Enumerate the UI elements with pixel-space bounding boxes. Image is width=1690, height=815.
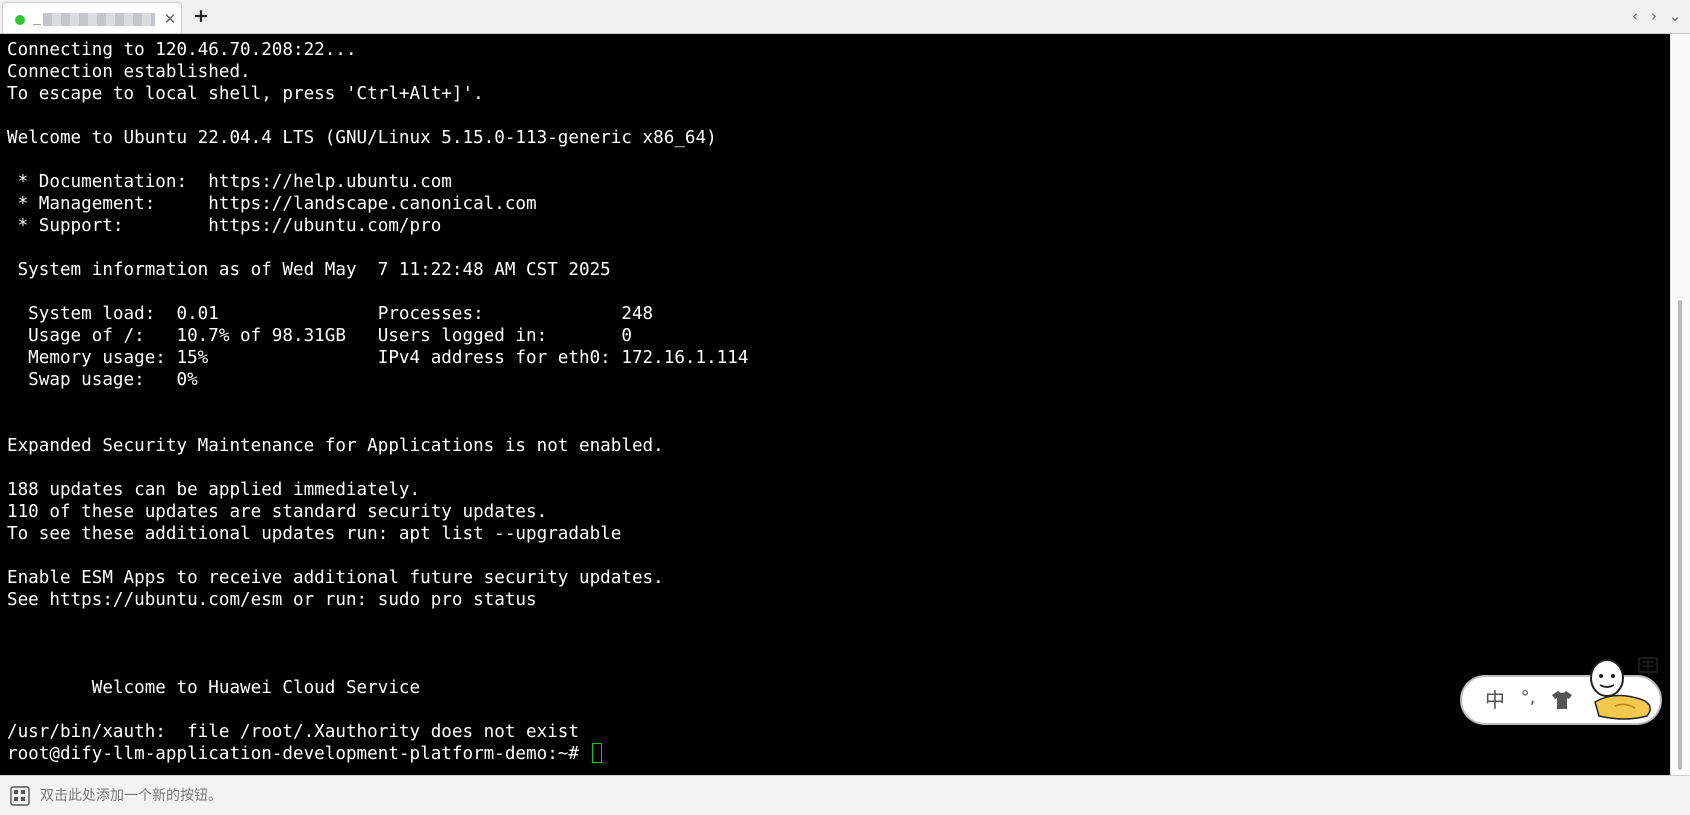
scrollbar-thumb[interactable] [1678, 300, 1682, 770]
add-button-hint: 双击此处添加一个新的按钮。 [40, 788, 222, 804]
terminal-line: * Management: https://landscape.canonica… [17, 194, 537, 214]
terminal-pane[interactable]: Connecting to 120.46.70.208:22... Connec… [0, 34, 1670, 775]
mascot-icon[interactable] [1585, 650, 1665, 728]
terminal-line: Connection established. [7, 62, 251, 82]
terminal-lines: Connecting to 120.46.70.208:22... Connec… [7, 40, 748, 742]
tshirt-icon[interactable] [1550, 689, 1574, 711]
scroll-tabs-left-button[interactable]: ‹ [1626, 6, 1644, 26]
terminal-output: Connecting to 120.46.70.208:22... Connec… [7, 39, 1657, 765]
terminal-line: /usr/bin/xauth: file /root/.Xauthority d… [7, 722, 579, 742]
scroll-tabs-right-button[interactable]: › [1645, 6, 1663, 26]
redacted-hostname [43, 13, 155, 26]
connection-status-icon [15, 15, 25, 25]
terminal-line: Usage of /: 10.7% of 98.31GB Users logge… [28, 326, 632, 346]
terminal-cursor [591, 743, 602, 763]
quick-command-bar[interactable]: 双击此处添加一个新的按钮。 [0, 775, 1690, 815]
terminal-line: System information as of Wed May 7 11:22… [17, 260, 611, 280]
button-grid-icon[interactable] [10, 786, 30, 806]
terminal-line: System load: 0.01 Processes: 248 [28, 304, 654, 324]
terminal-line: 110 of these updates are standard securi… [7, 502, 548, 522]
terminal-line: See https://ubuntu.com/esm or run: sudo … [7, 590, 537, 610]
terminal-line: Welcome to Huawei Cloud Service [91, 678, 421, 698]
ime-chinese-mode-toggle[interactable]: 中 [1482, 687, 1508, 713]
close-tab-button[interactable]: ✕ [161, 9, 179, 29]
terminal-line: * Documentation: https://help.ubuntu.com [17, 172, 452, 192]
session-tab[interactable]: _ ✕ [2, 2, 182, 33]
terminal-line: Memory usage: 15% IPv4 address for eth0:… [28, 348, 749, 368]
shell-prompt: root@dify-llm-application-development-pl… [7, 744, 590, 764]
terminal-line: To see these additional updates run: apt… [7, 524, 622, 544]
tab-bar: _ ✕ + ‹ › ⌄ [0, 0, 1690, 34]
terminal-line: Expanded Security Maintenance for Applic… [7, 436, 664, 456]
terminal-line: Enable ESM Apps to receive additional fu… [7, 568, 664, 588]
new-tab-button[interactable]: + [190, 4, 212, 28]
terminal-line: To escape to local shell, press 'Ctrl+Al… [7, 84, 484, 104]
tab-list-menu-button[interactable]: ⌄ [1666, 6, 1684, 26]
terminal-line: 188 updates can be applied immediately. [7, 480, 421, 500]
terminal-line: Connecting to 120.46.70.208:22... [7, 40, 357, 60]
ime-punctuation-toggle[interactable]: °, [1518, 685, 1538, 711]
terminal-line: Swap usage: 0% [28, 370, 198, 390]
terminal-line: Welcome to Ubuntu 22.04.4 LTS (GNU/Linux… [7, 128, 717, 148]
terminal-line: * Support: https://ubuntu.com/pro [17, 216, 442, 236]
